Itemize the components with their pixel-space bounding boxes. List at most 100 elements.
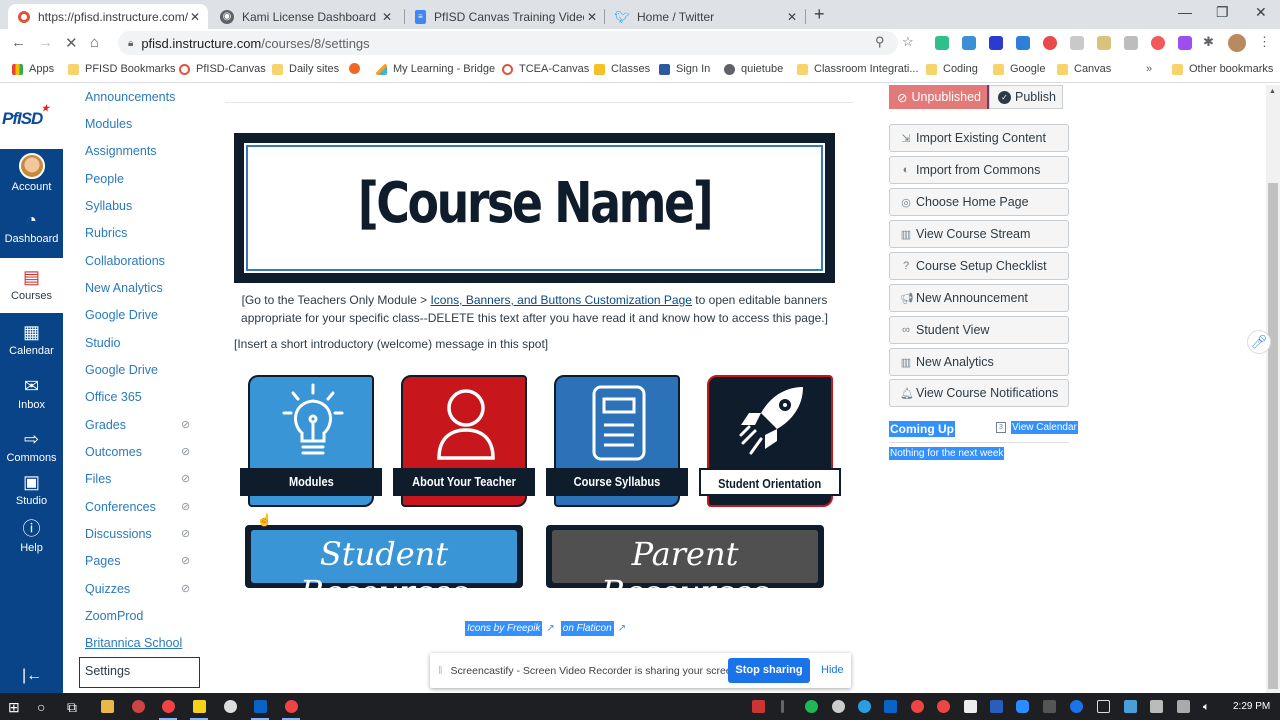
course-nav-files[interactable]: Files bbox=[85, 472, 111, 486]
zoom-icon[interactable]: ⚲ bbox=[875, 34, 885, 50]
import-from-commons-button[interactable]: ◐ Import from Commons bbox=[889, 156, 1069, 184]
tray-icon[interactable] bbox=[964, 700, 977, 713]
menu-icon[interactable]: ⋮ bbox=[1258, 34, 1271, 50]
global-nav-commons[interactable]: ⇨ Commons bbox=[0, 428, 63, 476]
close-tab-icon[interactable]: ✕ bbox=[587, 10, 597, 24]
course-nav-office-365[interactable]: Office 365 bbox=[85, 390, 142, 404]
course-nav-pages[interactable]: Pages bbox=[85, 554, 120, 568]
chrome-icon[interactable] bbox=[285, 700, 298, 713]
bookmark-classroom-integration[interactable]: Classroom Integrati... bbox=[797, 63, 919, 75]
restore-button[interactable]: ❐ bbox=[1216, 4, 1229, 21]
profile-avatar[interactable] bbox=[1228, 34, 1246, 52]
global-nav-dashboard[interactable]: ◔ Dashboard bbox=[0, 209, 63, 257]
student-resources-button[interactable]: Student Resources bbox=[245, 525, 523, 611]
tray-icon[interactable] bbox=[1124, 700, 1137, 713]
extension-icon[interactable] bbox=[1124, 36, 1138, 50]
page-scrollbar[interactable]: ▲ bbox=[1266, 85, 1280, 693]
back-button[interactable]: ← bbox=[11, 34, 26, 51]
extension-icon[interactable] bbox=[1070, 36, 1084, 50]
battery-icon[interactable] bbox=[1150, 700, 1163, 713]
course-nav-modules[interactable]: Modules bbox=[85, 117, 132, 131]
close-tab-icon[interactable]: ✕ bbox=[382, 10, 392, 24]
sticky-notes-icon[interactable] bbox=[193, 700, 206, 713]
tray-icon[interactable] bbox=[805, 700, 818, 713]
extension-icon[interactable] bbox=[1043, 36, 1057, 50]
new-analytics-button[interactable]: ▥ New Analytics bbox=[889, 348, 1069, 376]
close-tab-icon[interactable]: ✕ bbox=[787, 10, 797, 24]
global-nav-inbox[interactable]: ✉ Inbox bbox=[0, 375, 63, 423]
course-nav-studio[interactable]: Studio bbox=[85, 336, 120, 350]
tray-icon[interactable] bbox=[1177, 700, 1190, 713]
bookmark-classes[interactable]: Classes bbox=[594, 63, 650, 75]
network-icon[interactable] bbox=[1097, 700, 1110, 713]
slack-icon[interactable] bbox=[224, 700, 237, 713]
logo-area[interactable]: PfISD ★ bbox=[0, 85, 63, 149]
extensions-puzzle-icon[interactable]: ✱ bbox=[1203, 34, 1214, 50]
extension-icon[interactable] bbox=[1178, 36, 1192, 50]
outlook-icon[interactable] bbox=[254, 700, 267, 713]
zoom-app-icon[interactable] bbox=[1016, 700, 1029, 713]
volume-icon[interactable]: 🔈︎ bbox=[1203, 701, 1210, 714]
tab-canvas-settings[interactable]: https://pfisd.instructure.com/cou ✕ bbox=[8, 4, 208, 29]
bookmark-google[interactable]: Google bbox=[993, 63, 1045, 75]
course-syllabus-tile[interactable]: Course Syllabus bbox=[546, 375, 688, 507]
close-window-button[interactable]: ✕ bbox=[1255, 4, 1267, 21]
minimize-button[interactable]: — bbox=[1178, 4, 1192, 20]
bookmark-star-icon[interactable]: ☆ bbox=[902, 34, 914, 50]
global-nav-account[interactable]: Account bbox=[0, 153, 63, 201]
choose-home-page-button[interactable]: ◎ Choose Home Page bbox=[889, 188, 1069, 216]
bookmark-daily-sites[interactable]: Daily sites bbox=[272, 63, 339, 75]
extension-icon[interactable] bbox=[1097, 36, 1111, 50]
course-nav-outcomes[interactable]: Outcomes bbox=[85, 445, 142, 459]
view-calendar-link[interactable]: 3 View Calendar bbox=[996, 421, 1078, 434]
customization-page-link[interactable]: Icons, Banners, and Buttons Customizatio… bbox=[430, 293, 692, 307]
tray-icon[interactable] bbox=[781, 700, 784, 713]
global-nav-calendar[interactable]: ▦ Calendar bbox=[0, 321, 63, 369]
course-setup-checklist-button[interactable]: ? Course Setup Checklist bbox=[889, 252, 1069, 280]
tab-training-videos[interactable]: ≡ PfISD Canvas Training Videos - G ✕ bbox=[405, 4, 605, 29]
view-course-stream-button[interactable]: ▥ View Course Stream bbox=[889, 220, 1069, 248]
course-nav-google-drive-2[interactable]: Google Drive bbox=[85, 363, 158, 377]
microphone-icon[interactable]: 🎤︎ bbox=[1247, 330, 1271, 354]
bookmark-coding[interactable]: Coding bbox=[926, 63, 978, 75]
file-explorer-icon[interactable] bbox=[101, 700, 114, 713]
search-circle-icon[interactable]: ○ bbox=[37, 699, 45, 715]
import-existing-content-button[interactable]: ⇲ Import Existing Content bbox=[889, 124, 1069, 152]
course-nav-grades[interactable]: Grades bbox=[85, 418, 126, 432]
about-teacher-tile[interactable]: About Your Teacher bbox=[393, 375, 535, 507]
extension-icon[interactable] bbox=[1016, 36, 1030, 50]
freepik-link[interactable]: Icons by Freepik bbox=[465, 621, 543, 636]
tray-icon[interactable] bbox=[832, 700, 845, 713]
word-icon[interactable] bbox=[990, 700, 1003, 713]
course-nav-zoomprod[interactable]: ZoomProd bbox=[85, 609, 143, 623]
course-nav-discussions[interactable]: Discussions bbox=[85, 527, 152, 541]
course-nav-settings[interactable]: Settings bbox=[85, 664, 130, 678]
extension-icon[interactable] bbox=[989, 36, 1003, 50]
scrollbar-thumb[interactable] bbox=[1268, 183, 1278, 689]
course-nav-syllabus[interactable]: Syllabus bbox=[85, 199, 132, 213]
parent-resources-button[interactable]: Parent Resources bbox=[546, 525, 824, 611]
bookmark-pfisd-canvas[interactable]: PfISD-Canvas bbox=[179, 63, 266, 75]
tab-twitter[interactable]: 🐦︎ Home / Twitter ✕ bbox=[605, 4, 805, 29]
bookmark-orange[interactable] bbox=[349, 63, 366, 74]
course-nav-announcements[interactable]: Announcements bbox=[85, 90, 175, 104]
flaticon-link[interactable]: on Flaticon bbox=[560, 621, 614, 636]
modules-tile[interactable]: Modules bbox=[240, 375, 382, 507]
student-orientation-tile[interactable]: Student Orientation bbox=[699, 375, 841, 507]
collapse-nav-icon[interactable]: |← bbox=[22, 667, 42, 685]
bookmark-pfisd-bookmarks[interactable]: PFISD Bookmarks bbox=[68, 63, 175, 75]
tab-kami[interactable]: ◉ Kami License Dashboard ✕ bbox=[210, 4, 400, 29]
bookmark-apps[interactable]: Apps bbox=[12, 63, 54, 75]
bookmark-bridge[interactable]: My Learning - Bridge bbox=[376, 63, 495, 75]
extension-icon[interactable] bbox=[1151, 36, 1165, 50]
view-course-notifications-button[interactable]: 🔔︎ View Course Notifications bbox=[889, 379, 1069, 407]
address-bar[interactable]: 🔒︎ pfisd.instructure.com/courses/8/setti… bbox=[118, 31, 898, 55]
unpublished-button[interactable]: ⊘ Unpublished bbox=[889, 85, 989, 109]
course-nav-assignments[interactable]: Assignments bbox=[85, 144, 157, 158]
course-nav-quizzes[interactable]: Quizzes bbox=[85, 582, 130, 596]
global-nav-courses[interactable]: ▤ Courses bbox=[0, 258, 63, 313]
scroll-up-arrow-icon[interactable]: ▲ bbox=[1269, 88, 1276, 95]
student-view-button[interactable]: ∞ Student View bbox=[889, 316, 1069, 344]
stop-sharing-button[interactable]: Stop sharing bbox=[728, 658, 810, 683]
tray-icon[interactable] bbox=[752, 700, 765, 713]
